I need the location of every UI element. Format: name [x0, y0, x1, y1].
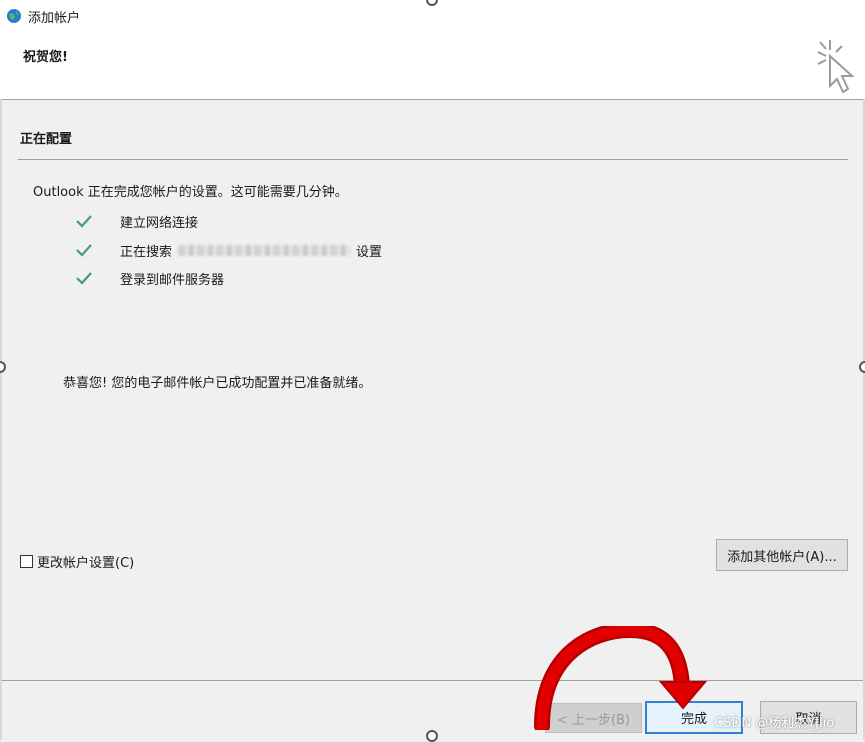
step-login: 登录到邮件服务器: [75, 268, 224, 288]
annotation-arrow-icon: [534, 626, 708, 730]
step-label: 登录到邮件服务器: [120, 272, 225, 288]
resize-handle-right[interactable]: [859, 361, 865, 373]
redacted-email: [178, 244, 351, 256]
check-icon: [76, 215, 92, 228]
status-message: Outlook 正在完成您帐户的设置。这可能需要几分钟。: [33, 185, 348, 200]
check-icon: [76, 244, 92, 257]
header-divider: [0, 99, 865, 100]
wizard-header: [0, 32, 865, 99]
globe-icon: [7, 9, 21, 23]
step-label-suffix: 设置: [356, 244, 383, 260]
header-title: 祝贺您!: [23, 50, 68, 65]
resize-handle-bottom[interactable]: [426, 730, 438, 742]
checkbox-label: 更改帐户设置(C): [37, 556, 135, 571]
success-message: 恭喜您! 您的电子邮件帐户已成功配置并已准备就绪。: [63, 376, 372, 391]
footer-divider: [2, 680, 863, 681]
step-network: 建立网络连接: [75, 211, 198, 231]
section-title: 正在配置: [20, 132, 73, 147]
checkbox-box[interactable]: [20, 555, 33, 568]
section-divider: [18, 159, 848, 160]
check-icon: [76, 272, 92, 285]
window-title: 添加帐户: [28, 11, 81, 26]
step-label-prefix: 正在搜索: [120, 244, 173, 260]
watermark: CSDN @杨利杰YJlio: [714, 716, 835, 731]
step-search: 正在搜索 设置: [75, 240, 382, 260]
cursor-click-icon: [817, 40, 855, 94]
change-settings-checkbox[interactable]: 更改帐户设置(C): [20, 552, 134, 571]
window-border-left: [0, 99, 2, 740]
resize-handle-left[interactable]: [0, 361, 6, 373]
step-label: 建立网络连接: [120, 215, 199, 231]
add-other-account-button[interactable]: 添加其他帐户(A)...: [716, 539, 848, 571]
